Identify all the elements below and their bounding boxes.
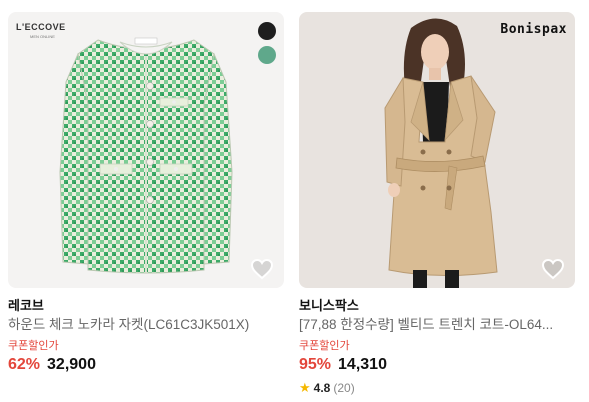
sale-price: 14,310 <box>338 356 387 373</box>
product-name[interactable]: 하운드 체크 노카라 자켓(LC61C3JK501X) <box>8 315 284 335</box>
coupon-label: 쿠폰할인가 <box>299 340 350 352</box>
discount-rate: 95% <box>299 356 332 373</box>
discount-rate: 62% <box>8 356 41 373</box>
product-card-bonispax[interactable]: Bonispax 보니스팍스 [77,88 한정수량] 벨티드 트렌치 코트-O… <box>299 12 575 396</box>
product-name[interactable]: [77,88 한정수량] 벨티드 트렌치 코트-OL64... <box>299 315 575 335</box>
brand-name[interactable]: 보니스팍스 <box>299 297 575 315</box>
coupon-label: 쿠폰할인가 <box>8 340 59 352</box>
sale-price: 32,900 <box>47 356 96 373</box>
product-image[interactable]: Bonispax <box>299 12 575 288</box>
product-grid: L'ECCOVE MEN ONLINE 레코브 하운드 체크 노카라 자켓(LC… <box>0 0 589 402</box>
price-row: 95% 14,310 <box>299 354 575 376</box>
heart-icon[interactable] <box>250 258 274 280</box>
price-row: 62% 32,900 <box>8 354 284 376</box>
review-count[interactable]: (20) <box>333 380 354 396</box>
product-card-leccove[interactable]: L'ECCOVE MEN ONLINE 레코브 하운드 체크 노카라 자켓(LC… <box>8 12 284 376</box>
star-icon: ★ <box>299 380 311 395</box>
rating-value: 4.8 <box>313 381 331 395</box>
heart-icon[interactable] <box>541 258 565 280</box>
brand-name[interactable]: 레코브 <box>8 297 284 315</box>
product-image[interactable]: L'ECCOVE MEN ONLINE <box>8 12 284 288</box>
brand-logo: Bonispax <box>500 22 567 37</box>
trench-coat-model-illustration <box>384 18 498 288</box>
product-info: 보니스팍스 [77,88 한정수량] 벨티드 트렌치 코트-OL64... 쿠폰… <box>299 288 575 396</box>
jacket-illustration <box>59 37 233 274</box>
rating-row: ★ 4.8 (20) <box>299 380 575 396</box>
product-info: 레코브 하운드 체크 노카라 자켓(LC61C3JK501X) 쿠폰할인가 62… <box>8 288 284 376</box>
